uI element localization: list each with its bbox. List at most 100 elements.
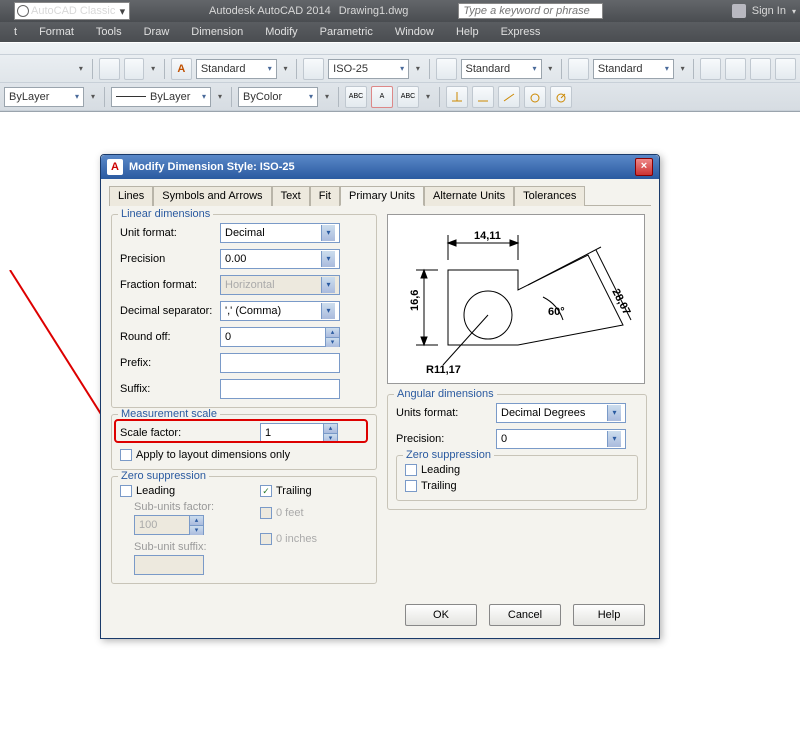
menu-format[interactable]: Format (39, 26, 74, 38)
ok-button[interactable]: OK (405, 604, 477, 626)
svg-text:R11,17: R11,17 (426, 364, 461, 376)
abc-tool-button[interactable]: ABC (397, 86, 419, 108)
table-style-combo[interactable]: Standard▾ (461, 59, 542, 79)
preview-panel: 14,11 16,6 28,07 R11,17 60° (387, 214, 645, 384)
text-style-icon[interactable]: A (171, 58, 192, 80)
scale-factor-spinner[interactable]: 1▴▾ (260, 423, 338, 443)
search-input[interactable] (458, 3, 603, 19)
tab-alternate[interactable]: Alternate Units (424, 186, 514, 206)
angular-leading-checkbox[interactable]: Leading (405, 464, 629, 476)
dim-tool-button[interactable] (498, 86, 520, 108)
color-combo[interactable]: ByColor▾ (238, 87, 318, 107)
subunits-factor-label: Sub-units factor: (134, 501, 240, 513)
help-button[interactable]: Help (573, 604, 645, 626)
abc-tool-button[interactable]: ABC (345, 86, 367, 108)
chevron-down-icon[interactable]: ▾ (322, 92, 332, 101)
table-style-icon[interactable] (436, 58, 457, 80)
tab-primary-units[interactable]: Primary Units (340, 186, 424, 206)
prefix-input[interactable] (220, 353, 340, 373)
menu-help[interactable]: Help (456, 26, 479, 38)
suffix-input[interactable] (220, 379, 340, 399)
tab-fit[interactable]: Fit (310, 186, 340, 206)
unit-format-select[interactable]: Decimal▾ (220, 223, 340, 243)
group-title: Zero suppression (118, 470, 209, 482)
modify-dimstyle-dialog: A Modify Dimension Style: ISO-25 × Lines… (100, 154, 660, 639)
chevron-down-icon[interactable]: ▾ (413, 64, 422, 73)
workspace-name: AutoCAD Classic (31, 5, 115, 17)
tool-button[interactable] (725, 58, 746, 80)
angular-precision-select[interactable]: 0▾ (496, 429, 626, 449)
svg-text:28,07: 28,07 (609, 287, 632, 317)
text-style-combo[interactable]: Standard▾ (196, 59, 277, 79)
mleader-style-icon[interactable] (568, 58, 589, 80)
dim-tool-button[interactable] (472, 86, 494, 108)
chevron-down-icon[interactable]: ▾ (76, 64, 85, 73)
angular-units-select[interactable]: Decimal Degrees▾ (496, 403, 626, 423)
tool-button[interactable] (700, 58, 721, 80)
tabs: Lines Symbols and Arrows Text Fit Primar… (101, 179, 659, 205)
close-button[interactable]: × (635, 158, 653, 176)
linear-dimensions-group: Linear dimensions Unit format: Decimal▾ … (111, 214, 377, 408)
tool-button[interactable] (124, 58, 145, 80)
workspace-combo[interactable]: AutoCAD Classic ▾ (14, 2, 130, 20)
app-title: Autodesk AutoCAD 2014 (209, 5, 331, 17)
menubar: t Format Tools Draw Dimension Modify Par… (0, 22, 800, 42)
menu-window[interactable]: Window (395, 26, 434, 38)
menu-express[interactable]: Express (501, 26, 541, 38)
tool-button[interactable] (750, 58, 771, 80)
angular-precision-label: Precision: (396, 433, 496, 445)
cancel-button[interactable]: Cancel (489, 604, 561, 626)
leading-checkbox[interactable]: Leading (120, 485, 240, 497)
layer-combo[interactable]: ByLayer▾ (4, 87, 84, 107)
menu-dimension[interactable]: Dimension (191, 26, 243, 38)
zero-feet-checkbox: 0 feet (260, 507, 317, 519)
angular-dimensions-group: Angular dimensions Units format: Decimal… (387, 394, 647, 510)
apply-layout-checkbox[interactable]: Apply to layout dimensions only (120, 449, 368, 461)
chevron-down-icon[interactable]: ▾ (678, 64, 687, 73)
tab-symbols[interactable]: Symbols and Arrows (153, 186, 271, 206)
angular-trailing-checkbox[interactable]: Trailing (405, 480, 629, 492)
abc-tool-button[interactable]: A (371, 86, 393, 108)
tab-tolerances[interactable]: Tolerances (514, 186, 585, 206)
svg-text:60°: 60° (548, 306, 565, 318)
decimal-sep-select[interactable]: ',' (Comma)▾ (220, 301, 340, 321)
precision-select[interactable]: 0.00▾ (220, 249, 340, 269)
dim-tool-button[interactable] (550, 86, 572, 108)
menu-parametric[interactable]: Parametric (320, 26, 373, 38)
dim-style-icon[interactable] (303, 58, 324, 80)
tool-button[interactable] (99, 58, 120, 80)
fraction-format-select: Horizontal▾ (220, 275, 340, 295)
chevron-down-icon[interactable]: ▾ (423, 92, 433, 101)
linetype-combo[interactable]: ByLayer▾ (111, 87, 211, 107)
scale-factor-label: Scale factor: (120, 427, 260, 439)
chevron-down-icon[interactable]: ▾ (88, 92, 98, 101)
tool-button[interactable] (775, 58, 796, 80)
dim-tool-button[interactable] (446, 86, 468, 108)
menu-draw[interactable]: Draw (144, 26, 170, 38)
unit-format-label: Unit format: (120, 227, 220, 239)
chevron-down-icon[interactable]: ▾ (215, 92, 225, 101)
svg-text:16,6: 16,6 (409, 290, 421, 311)
trailing-checkbox[interactable]: ✓Trailing (260, 485, 317, 497)
titlebar: AutoCAD Classic ▾ Autodesk AutoCAD 2014 … (0, 0, 800, 22)
dim-tool-button[interactable] (524, 86, 546, 108)
menu-tools[interactable]: Tools (96, 26, 122, 38)
menu-modify[interactable]: Modify (265, 26, 297, 38)
signin-link[interactable]: Sign In (752, 5, 786, 17)
chevron-down-icon[interactable]: ▾ (546, 64, 555, 73)
tab-lines[interactable]: Lines (109, 186, 153, 206)
measurement-scale-group: Measurement scale Scale factor: 1▴▾ Appl… (111, 414, 377, 470)
chevron-down-icon[interactable]: ▾ (281, 64, 290, 73)
subunits-factor-spinner: 100▴▾ (134, 515, 204, 535)
mleader-style-combo[interactable]: Standard▾ (593, 59, 674, 79)
zero-suppression-group: Zero suppression Leading Sub-units facto… (111, 476, 377, 584)
units-format-label: Units format: (396, 407, 496, 419)
dim-style-combo[interactable]: ISO-25▾ (328, 59, 409, 79)
menu-item[interactable]: t (14, 26, 17, 38)
angular-zero-suppression-group: Zero suppression Leading Trailing (396, 455, 638, 501)
subunit-suffix-label: Sub-unit suffix: (134, 541, 240, 553)
tab-text[interactable]: Text (272, 186, 310, 206)
svg-text:14,11: 14,11 (474, 230, 501, 242)
roundoff-spinner[interactable]: 0▴▾ (220, 327, 340, 347)
chevron-down-icon[interactable]: ▾ (148, 64, 157, 73)
